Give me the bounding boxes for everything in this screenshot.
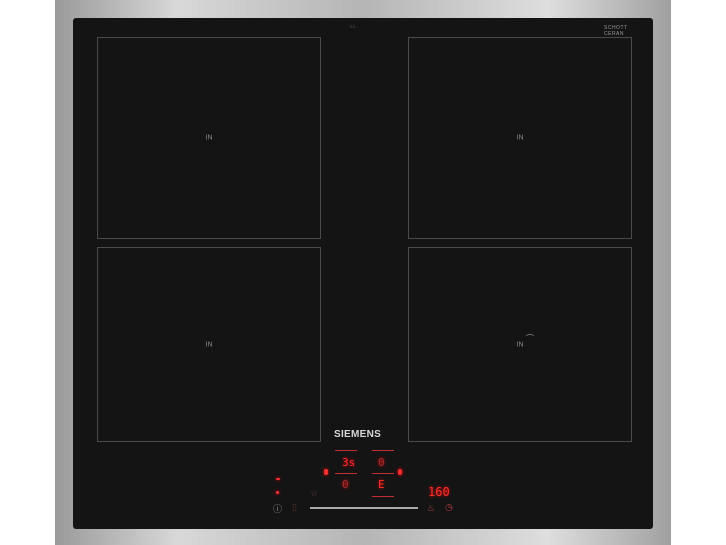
- cooking-zone-top-right[interactable]: IN: [408, 37, 632, 239]
- zone-select-right[interactable]: [398, 469, 402, 475]
- power-icon[interactable]: ⓘ: [273, 502, 282, 515]
- segment-line: [335, 473, 357, 474]
- display-rear-right[interactable]: 0: [342, 478, 349, 491]
- brand-logo: SIEMENS: [334, 429, 382, 440]
- timer-display[interactable]: 160: [428, 485, 450, 499]
- cooking-zone-bottom-right[interactable]: IN: [408, 247, 632, 442]
- frying-sensor-icon[interactable]: ♨: [427, 503, 435, 514]
- display-rear-left[interactable]: 0: [378, 456, 385, 469]
- schott-ceran-logo: SCHOTT CERAN: [604, 25, 628, 37]
- segment-line: [335, 450, 357, 451]
- segment-line: [372, 450, 394, 451]
- indicator-light: [276, 491, 279, 494]
- favorite-star-icon[interactable]: ☆: [310, 488, 318, 499]
- lock-icon[interactable]: ▯: [292, 502, 297, 513]
- power-level-slider[interactable]: [310, 507, 418, 509]
- display-front-left[interactable]: 3s: [342, 456, 355, 469]
- display-front-right[interactable]: E: [378, 478, 385, 491]
- segment-line: [372, 496, 394, 497]
- cooking-zone-top-left[interactable]: IN: [97, 37, 321, 239]
- cooking-zone-bottom-left[interactable]: IN: [97, 247, 321, 442]
- wifi-indicator: [276, 478, 280, 480]
- zone-select-left[interactable]: [324, 469, 328, 475]
- timer-icon[interactable]: ◷: [445, 502, 453, 513]
- segment-line: [372, 473, 394, 474]
- model-label: EX...: [350, 24, 359, 29]
- frying-sensor-icon: ⌒: [526, 334, 534, 343]
